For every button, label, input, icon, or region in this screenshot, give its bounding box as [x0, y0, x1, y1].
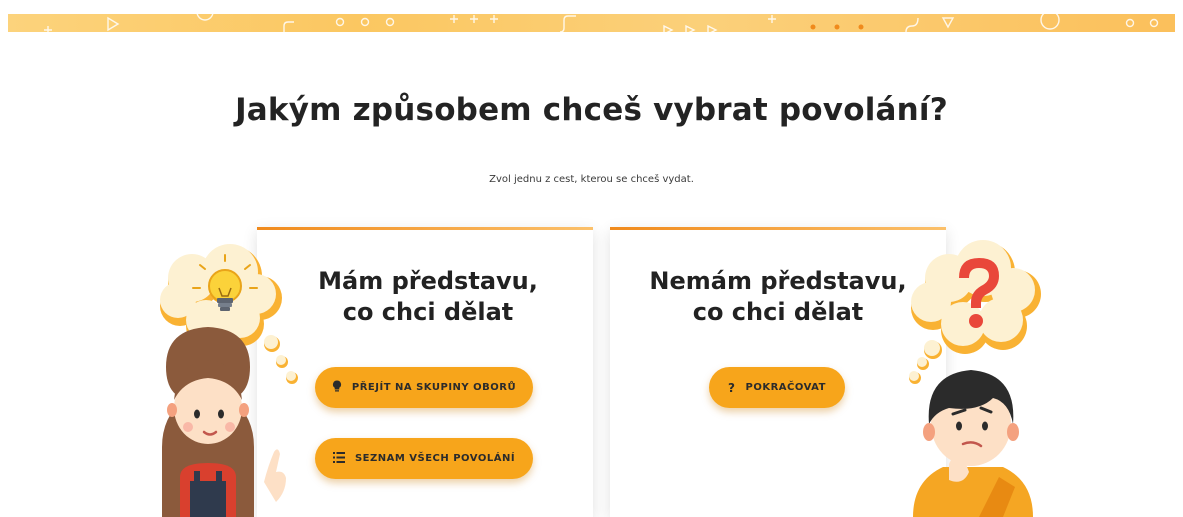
girl-character-icon: [162, 327, 286, 517]
boy-thinking-illustration: [909, 240, 1041, 517]
card-title-line1: Mám představu,: [318, 267, 538, 295]
question-icon: ?: [728, 380, 736, 395]
card-title-line2: co chci dělat: [342, 298, 514, 326]
boy-character-icon: [913, 370, 1033, 517]
continue-label: POKRAČOVAT: [745, 382, 826, 393]
page-subtitle: Zvol jednu z cest, kterou se chceš vydat…: [489, 174, 694, 185]
page-title: Jakým způsobem chceš vybrat povolání?: [235, 92, 948, 128]
list-icon: [332, 451, 345, 466]
lightbulb-icon: [332, 380, 342, 395]
all-professions-list-button[interactable]: SEZNAM VŠECH POVOLÁNÍ: [315, 438, 533, 479]
top-decorative-banner: [8, 14, 1175, 32]
continue-button[interactable]: ? POKRAČOVAT: [709, 367, 845, 408]
banner-pattern-icon: [44, 14, 1159, 32]
all-professions-list-label: SEZNAM VŠECH POVOLÁNÍ: [354, 453, 516, 464]
girl-with-idea-illustration: [160, 244, 298, 517]
go-to-field-groups-label: PŘEJÍT NA SKUPINY OBORŮ: [351, 382, 517, 393]
go-to-field-groups-button[interactable]: PŘEJÍT NA SKUPINY OBORŮ: [315, 367, 533, 408]
